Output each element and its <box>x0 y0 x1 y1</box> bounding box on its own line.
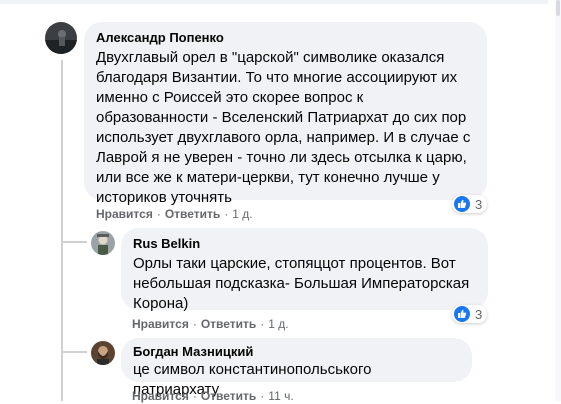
avatar[interactable] <box>91 231 115 255</box>
reply-button[interactable]: Ответить <box>201 317 256 331</box>
thread-line <box>61 60 63 401</box>
reaction-number: 3 <box>475 306 483 322</box>
avatar[interactable] <box>45 22 77 54</box>
comment-bubble: Богдан Мазницкий це символ константинопо… <box>121 338 472 398</box>
thread-branch <box>63 241 87 243</box>
comment-author[interactable]: Rus Belkin <box>133 236 476 252</box>
thumbs-up-icon <box>454 306 470 322</box>
reaction-count[interactable]: 3 <box>452 305 488 323</box>
comment-author[interactable]: Александр Попенко <box>96 30 475 46</box>
avatar[interactable] <box>91 341 115 365</box>
comment-actions: Нравится · Ответить · 11 ч. <box>132 389 294 403</box>
scrollbar-thumb[interactable] <box>556 0 560 16</box>
comment-actions: Нравится · Ответить · 1 д. <box>132 317 289 331</box>
comment-time[interactable]: 1 д. <box>268 317 288 331</box>
reaction-count[interactable]: 3 <box>452 195 488 213</box>
reaction-number: 3 <box>475 196 483 212</box>
like-button[interactable]: Нравится <box>132 317 189 331</box>
like-button[interactable]: Нравится <box>96 207 153 221</box>
comment-text: Орлы таки царские, стопяццот процентов. … <box>133 255 470 312</box>
comment-time[interactable]: 1 д. <box>232 207 252 221</box>
reply-button[interactable]: Ответить <box>165 207 220 221</box>
comment-text: Двухглавый орел в "царской" символике ок… <box>96 49 471 206</box>
thumbs-up-icon <box>454 196 470 212</box>
comment-actions: Нравится · Ответить · 1 д. <box>96 207 253 221</box>
thread-branch <box>63 351 87 353</box>
comment-bubble: Rus Belkin Орлы таки царские, стопяццот … <box>121 228 488 312</box>
scrollbar[interactable] <box>555 0 561 401</box>
comment-author[interactable]: Богдан Мазницкий <box>133 344 460 360</box>
top-divider <box>0 0 548 4</box>
comment-bubble: Александр Попенко Двухглавый орел в "цар… <box>84 22 487 206</box>
